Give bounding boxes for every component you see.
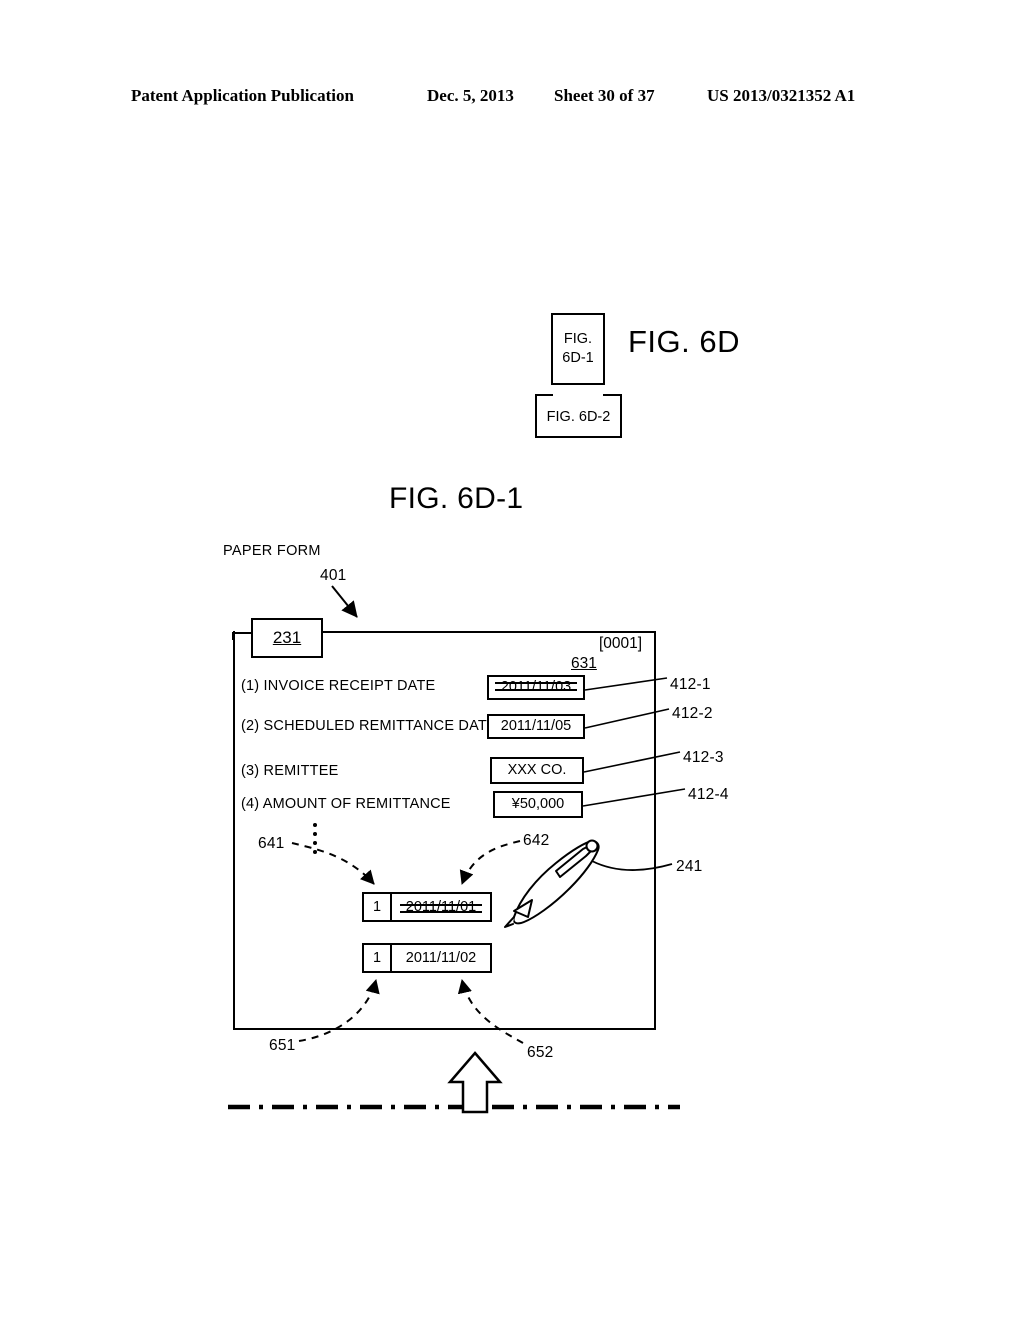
reference-412-1: 412-1 xyxy=(670,676,711,693)
field-value-box-2: 2011/11/05 xyxy=(487,714,585,739)
paper-form-label: PAPER FORM xyxy=(223,543,321,559)
header-patent-number: US 2013/0321352 A1 xyxy=(707,86,856,105)
form-id-box-231: 231 xyxy=(251,618,323,658)
entry-box-1: 1 2011/11/01 xyxy=(362,892,492,922)
field-value-box-4: ¥50,000 xyxy=(493,791,583,818)
reference-642: 642 xyxy=(523,832,550,849)
patent-figure-page: Patent Application Publication Dec. 5, 2… xyxy=(0,0,1024,1320)
entry-box-1-value: 2011/11/01 xyxy=(399,899,483,915)
entry-box-1-index: 1 xyxy=(364,894,392,920)
field-value-box-1: 2011/11/03 xyxy=(487,675,585,700)
field-value-1: 2011/11/03 xyxy=(494,677,578,698)
field-label-1: (1) INVOICE RECEIPT DATE xyxy=(241,678,436,694)
figure-title: FIG. 6D-1 xyxy=(389,482,524,515)
figure-key-title: FIG. 6D xyxy=(628,324,741,359)
field-label-2: (2) SCHEDULED REMITTANCE DATE xyxy=(241,718,497,734)
form-id-box-231-label: 231 xyxy=(272,628,302,647)
entry-box-2-value: 2011/11/02 xyxy=(405,950,477,966)
reference-412-4: 412-4 xyxy=(688,786,729,803)
field-label-3: (3) REMITTEE xyxy=(241,763,339,779)
reference-241: 241 xyxy=(676,858,703,875)
reference-412-2: 412-2 xyxy=(672,705,713,722)
figure-key-box-6d-2: FIG. 6D-2 xyxy=(535,394,622,438)
entry-box-1-value-cell: 2011/11/01 xyxy=(392,899,490,915)
field-label-4: (4) AMOUNT OF REMITTANCE xyxy=(241,796,451,812)
page-tag-0001: [0001] xyxy=(599,635,643,652)
reference-631: 631 xyxy=(571,655,597,672)
figure-key-box-6d-1: FIG. 6D-1 xyxy=(551,313,605,385)
header-sheet: Sheet 30 of 37 xyxy=(554,86,655,105)
up-arrow-icon xyxy=(447,1051,503,1114)
vertical-ellipsis-icon xyxy=(313,823,318,859)
entry-box-2-index: 1 xyxy=(364,945,392,971)
field-value-box-3: XXX CO. xyxy=(490,757,584,784)
reference-412-3: 412-3 xyxy=(683,749,724,766)
reference-641: 641 xyxy=(258,835,285,852)
header-publication: Patent Application Publication xyxy=(131,86,354,105)
entry-box-2: 1 2011/11/02 xyxy=(362,943,492,973)
reference-652: 652 xyxy=(527,1044,554,1061)
header-date: Dec. 5, 2013 xyxy=(427,86,514,105)
reference-651: 651 xyxy=(269,1037,296,1054)
figure-key-overlap-mask xyxy=(553,392,603,397)
page-header: Patent Application Publication Dec. 5, 2… xyxy=(0,86,1024,110)
figure-key-box-6d-1-line1: FIG. xyxy=(563,331,593,347)
reference-401: 401 xyxy=(320,567,347,584)
leader-401 xyxy=(331,585,358,618)
figure-key-box-6d-1-line2: 6D-1 xyxy=(562,350,594,366)
